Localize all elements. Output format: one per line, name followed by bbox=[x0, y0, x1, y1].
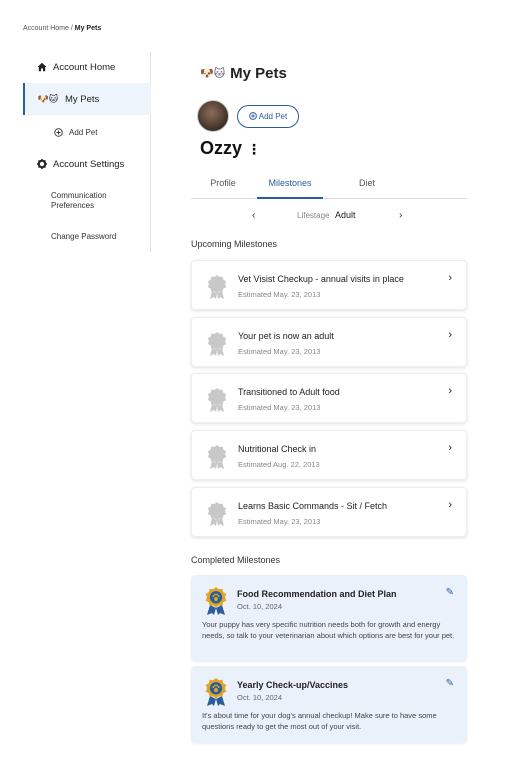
add-pet-label: Add Pet bbox=[258, 112, 288, 121]
milestone-title: Transitioned to Adult food bbox=[238, 387, 340, 397]
sidebar-item-account-settings[interactable]: Account Settings bbox=[23, 155, 151, 173]
sidebar-item-label: My Pets bbox=[65, 93, 100, 105]
milestone-title: Your pet is now an adult bbox=[238, 331, 334, 341]
sidebar-item-change-password[interactable]: Change Password bbox=[23, 229, 151, 243]
completed-milestone-title: Yearly Check-up/Vaccines bbox=[237, 680, 349, 690]
milestone-badge-icon bbox=[207, 275, 227, 299]
sidebar-item-my-pets[interactable]: 🐶🐱 My Pets bbox=[23, 83, 151, 115]
tab-milestones[interactable]: Milestones bbox=[257, 178, 323, 199]
pets-icon: 🐶🐱 bbox=[200, 68, 226, 80]
pet-avatar[interactable] bbox=[197, 100, 229, 132]
add-circle-icon bbox=[51, 127, 65, 137]
kebab-menu-icon[interactable]: ⋮ bbox=[247, 142, 261, 156]
sidebar-item-add-pet[interactable]: Add Pet bbox=[23, 124, 151, 140]
sidebar-item-label: Add Pet bbox=[69, 127, 98, 137]
lifestage-label: Lifestage bbox=[297, 211, 330, 220]
chevron-right-icon: › bbox=[448, 385, 452, 397]
milestone-date: Estimated May. 23, 2013 bbox=[238, 347, 321, 356]
sidebar-item-communication-preferences[interactable]: Communication Preferences bbox=[23, 189, 123, 213]
milestone-date: Estimated Aug. 22, 2013 bbox=[238, 460, 320, 469]
chevron-right-icon: › bbox=[448, 442, 452, 454]
page-title-text: My Pets bbox=[230, 65, 287, 82]
completed-milestones-heading: Completed Milestones bbox=[191, 555, 281, 565]
breadcrumb-home-link[interactable]: Account Home bbox=[23, 25, 69, 32]
upcoming-milestone-card[interactable]: Vet Visist Checkup - annual visits in pl… bbox=[191, 260, 467, 310]
home-icon bbox=[35, 62, 49, 72]
sidebar-item-label: Change Password bbox=[51, 231, 117, 241]
milestone-badge-icon bbox=[207, 502, 227, 526]
edit-pencil-icon[interactable]: ✎ bbox=[446, 587, 454, 598]
milestone-title: Vet Visist Checkup - annual visits in pl… bbox=[238, 274, 404, 284]
milestone-badge-icon bbox=[207, 388, 227, 412]
medal-icon bbox=[205, 587, 227, 615]
breadcrumb: Account Home / My Pets bbox=[23, 25, 101, 32]
tab-profile[interactable]: Profile bbox=[201, 178, 245, 199]
milestone-title: Nutritional Check in bbox=[238, 444, 317, 454]
milestone-title: Learns Basic Commands - Sit / Fetch bbox=[238, 501, 388, 511]
chevron-right-icon: › bbox=[448, 329, 452, 341]
tab-diet[interactable]: Diet bbox=[349, 178, 385, 199]
breadcrumb-current: My Pets bbox=[74, 25, 102, 32]
chevron-right-icon: › bbox=[448, 499, 452, 511]
add-pet-button[interactable]: Add Pet bbox=[237, 105, 299, 128]
sidebar-item-label: Account Home bbox=[53, 61, 116, 73]
milestone-badge-icon bbox=[207, 445, 227, 469]
upcoming-milestone-card[interactable]: Nutritional Check in Estimated Aug. 22, … bbox=[191, 430, 467, 480]
pet-name: Ozzy bbox=[200, 138, 243, 158]
completed-milestone-description: It's about time for your dog's annual ch… bbox=[202, 711, 437, 731]
pet-name-heading: Ozzy ⋮ bbox=[200, 138, 261, 159]
completed-milestone-date: Oct. 10, 2024 bbox=[237, 602, 283, 611]
page-title: 🐶🐱 My Pets bbox=[200, 65, 287, 82]
lifestage-next-button[interactable]: › bbox=[399, 210, 402, 221]
pets-icon: 🐶🐱 bbox=[37, 93, 59, 104]
upcoming-milestone-card[interactable]: Learns Basic Commands - Sit / Fetch Esti… bbox=[191, 487, 467, 537]
edit-pencil-icon[interactable]: ✎ bbox=[446, 678, 454, 689]
upcoming-milestone-card[interactable]: Your pet is now an adult Estimated May. … bbox=[191, 317, 467, 367]
lifestage-value: Adult bbox=[335, 210, 356, 220]
completed-milestone-date: Oct. 10, 2024 bbox=[237, 693, 283, 702]
completed-milestone-card: Yearly Check-up/Vaccines Oct. 10, 2024 ✎… bbox=[191, 666, 467, 743]
chevron-right-icon: › bbox=[448, 272, 452, 284]
upcoming-milestone-card[interactable]: Transitioned to Adult food Estimated May… bbox=[191, 373, 467, 423]
add-circle-icon bbox=[248, 111, 257, 122]
milestone-badge-icon bbox=[207, 332, 227, 356]
gear-icon bbox=[35, 159, 49, 169]
completed-milestone-description: Your puppy has very specific nutrition n… bbox=[202, 620, 455, 640]
milestone-date: Estimated May. 23, 2013 bbox=[238, 403, 321, 412]
medal-icon bbox=[205, 678, 227, 706]
sidebar-item-label: Account Settings bbox=[53, 158, 125, 170]
milestone-date: Estimated May. 23, 2013 bbox=[238, 517, 321, 526]
lifestage-selector: ‹ Lifestage Adult › bbox=[191, 210, 467, 224]
upcoming-milestones-heading: Upcoming Milestones bbox=[191, 239, 278, 249]
milestone-date: Estimated May. 23, 2013 bbox=[238, 290, 321, 299]
lifestage-prev-button[interactable]: ‹ bbox=[252, 210, 255, 221]
sidebar-item-account-home[interactable]: Account Home bbox=[23, 58, 151, 76]
pet-tabs: Profile Milestones Diet bbox=[191, 178, 467, 199]
completed-milestone-title: Food Recommendation and Diet Plan bbox=[237, 589, 397, 599]
sidebar-item-label: Communication Preferences bbox=[51, 191, 107, 210]
completed-milestone-card: Food Recommendation and Diet Plan Oct. 1… bbox=[191, 575, 467, 661]
sidebar-nav: Account Home 🐶🐱 My Pets Add Pet Account … bbox=[23, 52, 151, 252]
